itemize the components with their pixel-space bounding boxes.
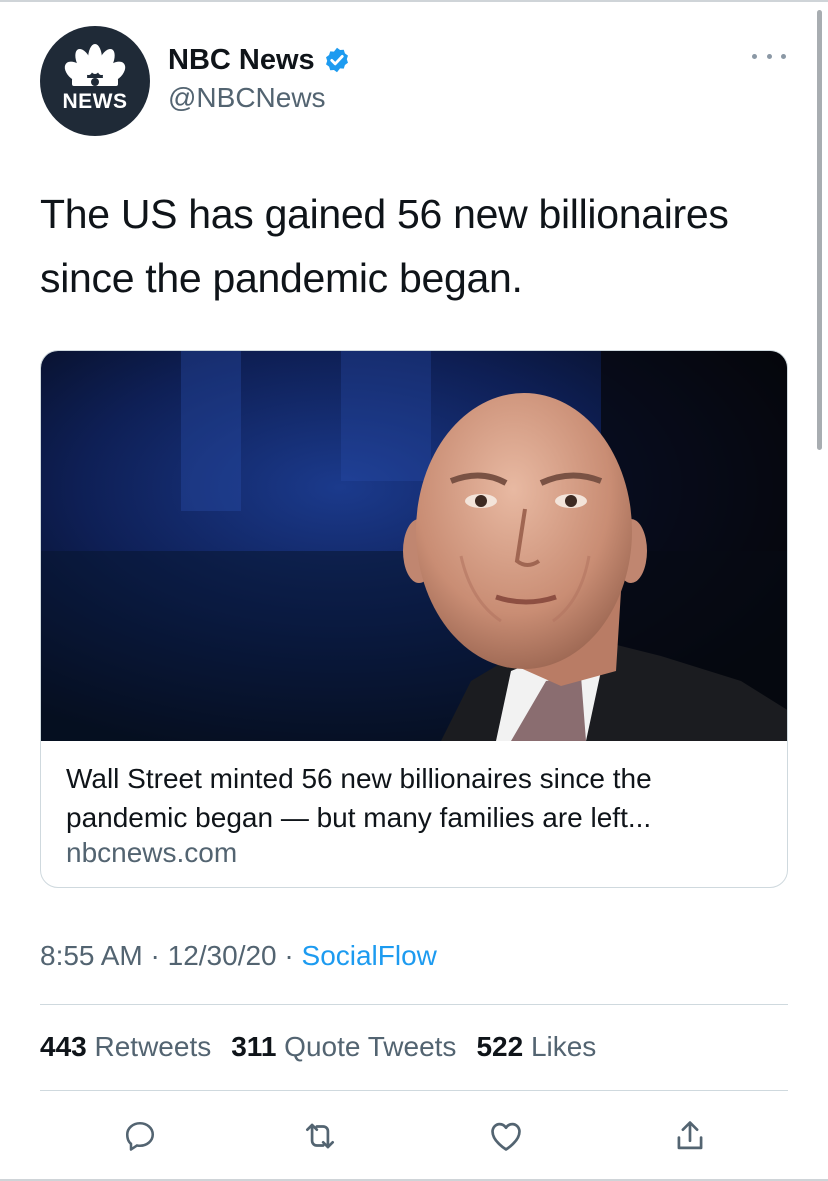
card-photo: [41, 351, 787, 741]
retweet-button[interactable]: [296, 1112, 344, 1160]
engagement-stats: 443 Retweets 311 Quote Tweets 522 Likes: [40, 1031, 596, 1063]
reply-icon: [125, 1121, 155, 1151]
tweet-detail-page: NEWS NBC News @NBCNews The US has gained…: [0, 0, 828, 1181]
tweet-time[interactable]: 8:55 AM: [40, 940, 143, 971]
retweet-icon: [305, 1123, 335, 1149]
quote-tweets-stat[interactable]: 311 Quote Tweets: [231, 1031, 456, 1063]
card-image[interactable]: [41, 351, 787, 741]
top-divider: [0, 0, 828, 2]
like-button[interactable]: [482, 1112, 530, 1160]
likes-label: Likes: [530, 1031, 597, 1062]
more-icon: [752, 53, 757, 59]
tweet-meta: 8:55 AM · 12/30/20 · SocialFlow: [40, 940, 437, 972]
retweets-stat[interactable]: 443 Retweets: [40, 1031, 211, 1063]
peacock-logo-icon: [64, 44, 126, 86]
meta-separator: ·: [284, 940, 294, 971]
meta-separator: ·: [150, 940, 160, 971]
divider: [40, 1090, 788, 1091]
tweet-date[interactable]: 12/30/20: [168, 940, 277, 971]
share-button[interactable]: [666, 1112, 714, 1160]
author-name-row[interactable]: NBC News: [168, 42, 351, 78]
heart-icon: [491, 1122, 521, 1151]
link-preview-card[interactable]: Wall Street minted 56 new billionaires s…: [40, 350, 788, 888]
share-icon: [677, 1121, 703, 1150]
more-icon: [781, 53, 786, 59]
tweet-source-link[interactable]: SocialFlow: [302, 940, 437, 971]
card-domain[interactable]: nbcnews.com: [66, 837, 237, 869]
scrollbar[interactable]: [817, 10, 822, 450]
verified-badge-icon: [325, 47, 348, 73]
retweets-label: Retweets: [94, 1031, 212, 1062]
action-bar: [0, 1112, 828, 1162]
divider: [40, 1004, 788, 1005]
more-icon: [766, 53, 772, 59]
author-display-name[interactable]: NBC News: [168, 44, 315, 77]
quote-tweets-count: 311: [231, 1031, 277, 1062]
quote-tweets-label: Quote Tweets: [284, 1031, 457, 1062]
retweets-count: 443: [40, 1031, 87, 1062]
author-handle[interactable]: @NBCNews: [168, 82, 326, 114]
likes-stat[interactable]: 522 Likes: [476, 1031, 596, 1063]
more-options-button[interactable]: [752, 46, 786, 66]
avatar-logo-text: NEWS: [62, 90, 128, 113]
tweet-text: The US has gained 56 new billionaires si…: [40, 191, 729, 301]
card-title[interactable]: Wall Street minted 56 new billionaires s…: [66, 759, 766, 837]
likes-count: 522: [476, 1031, 524, 1062]
avatar[interactable]: NEWS: [40, 26, 150, 136]
reply-button[interactable]: [116, 1112, 164, 1160]
